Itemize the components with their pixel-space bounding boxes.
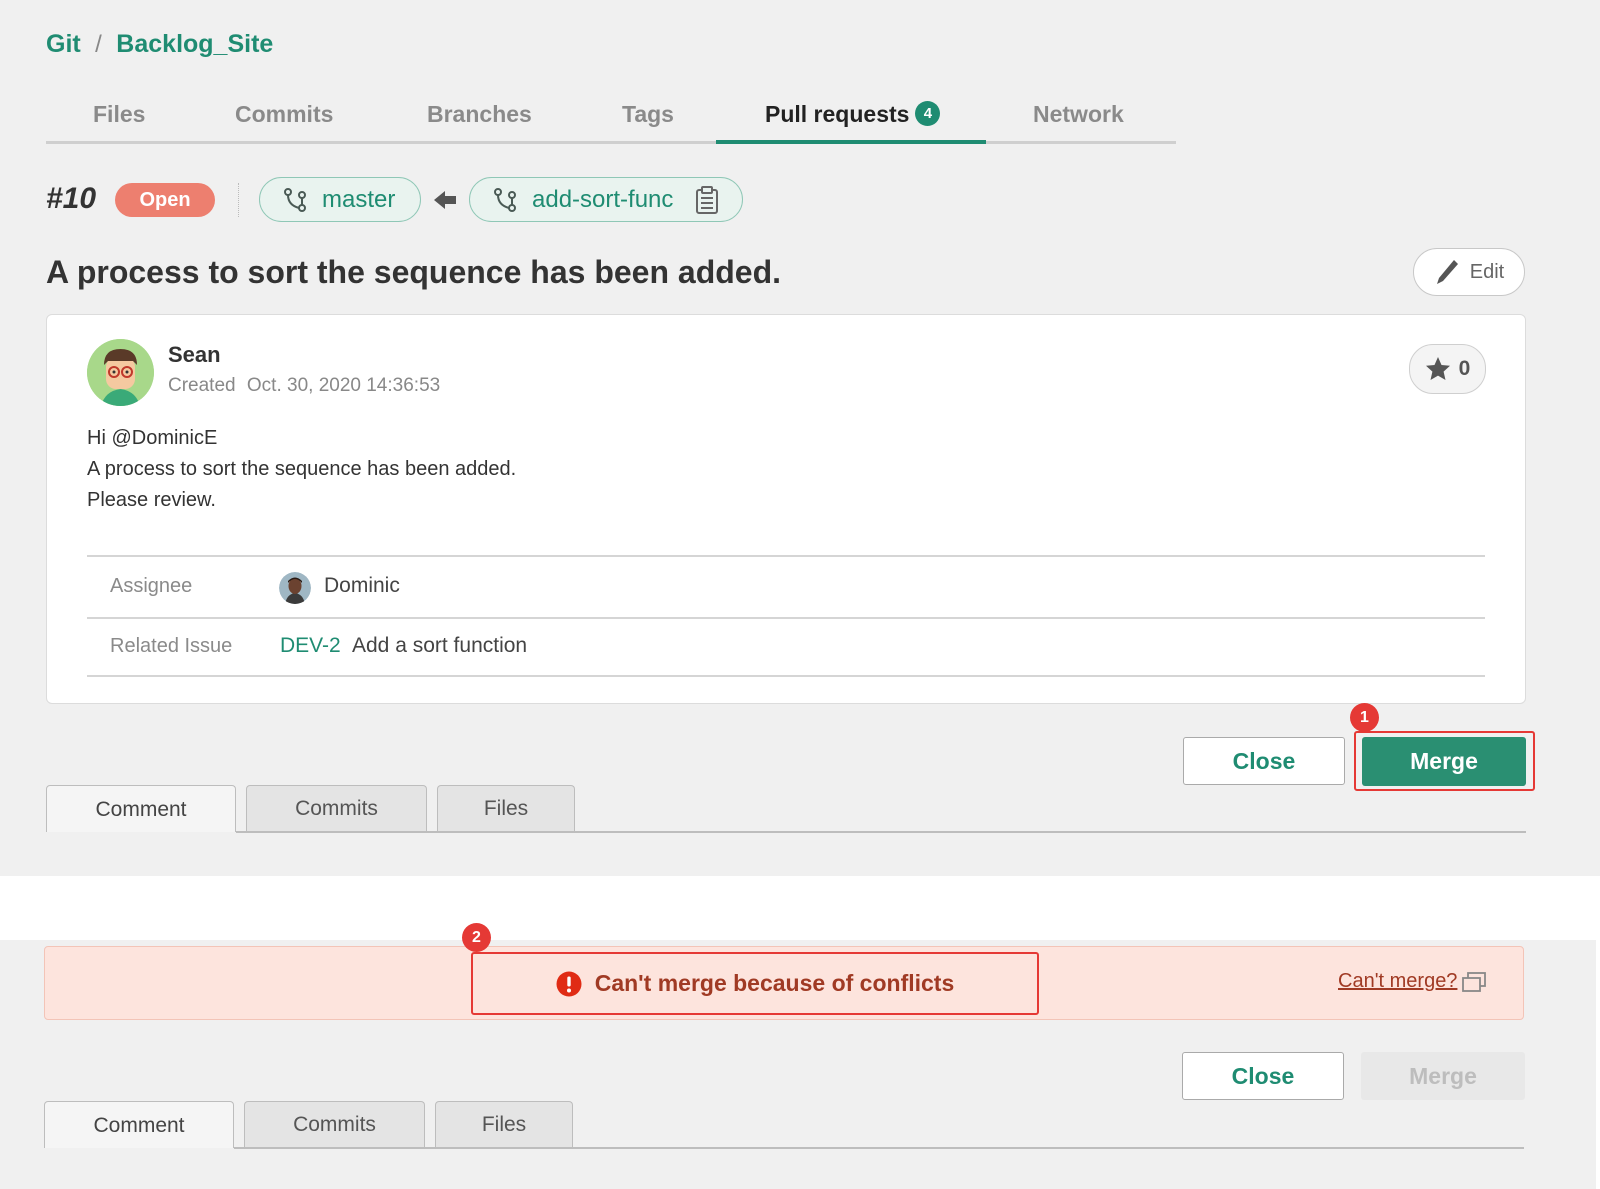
copy-clipboard-icon[interactable] bbox=[695, 185, 733, 214]
star-count: 0 bbox=[1458, 357, 1471, 380]
description-line: Hi @DominicE bbox=[87, 427, 218, 449]
merge-button[interactable]: Merge bbox=[1362, 737, 1526, 786]
tab-commits[interactable]: Commits bbox=[235, 101, 333, 128]
tab-tags[interactable]: Tags bbox=[622, 101, 674, 128]
subtab-files[interactable]: Files bbox=[437, 785, 575, 831]
pull-requests-count-badge: 4 bbox=[915, 101, 941, 126]
pr-description: Hi @DominicE A process to sort the seque… bbox=[87, 423, 516, 516]
step-badge-2: 2 bbox=[462, 923, 491, 952]
related-issue-label: Related Issue bbox=[110, 635, 233, 657]
base-branch-name: master bbox=[322, 185, 396, 213]
subtab-commits[interactable]: Commits bbox=[246, 785, 427, 831]
tab-branches[interactable]: Branches bbox=[427, 101, 532, 128]
base-branch-pill[interactable]: master bbox=[259, 177, 421, 222]
close-button[interactable]: Close bbox=[1183, 737, 1345, 785]
assignee-avatar bbox=[279, 572, 311, 604]
divider bbox=[238, 183, 239, 217]
related-issue-key[interactable]: DEV-2 bbox=[280, 634, 341, 658]
related-issue-title: Add a sort function bbox=[352, 634, 528, 657]
divider bbox=[87, 617, 1485, 619]
breadcrumb-separator: / bbox=[95, 31, 102, 58]
branch-icon bbox=[284, 187, 306, 212]
tab-pull-requests-label: Pull requests bbox=[765, 101, 910, 127]
subtab-comment[interactable]: Comment bbox=[44, 1101, 234, 1148]
pr-detail-card: Sean Created Oct. 30, 2020 14:36:53 0 Hi… bbox=[46, 314, 1526, 704]
author-name: Sean bbox=[168, 342, 221, 367]
subtabs-baseline bbox=[234, 1147, 1524, 1149]
pr-number: #10 bbox=[46, 182, 97, 215]
conflict-highlight-box: Can't merge because of conflicts bbox=[471, 952, 1039, 1015]
compare-branch-name: add-sort-func bbox=[532, 185, 674, 213]
arrow-left-icon bbox=[432, 188, 458, 217]
edit-button-label: Edit bbox=[1469, 260, 1505, 283]
conflict-message: Can't merge because of conflicts bbox=[594, 970, 955, 996]
divider bbox=[87, 555, 1485, 557]
edit-button[interactable]: Edit bbox=[1413, 248, 1525, 296]
tab-files[interactable]: Files bbox=[93, 101, 145, 128]
breadcrumb-git[interactable]: Git bbox=[46, 30, 81, 58]
divider bbox=[87, 675, 1485, 677]
star-button[interactable]: 0 bbox=[1409, 344, 1486, 394]
tabs-underline bbox=[46, 141, 1176, 144]
status-badge: Open bbox=[115, 183, 215, 217]
page-title: A process to sort the sequence has been … bbox=[46, 254, 782, 290]
merge-conflict-panel: Can't merge because of conflicts 2 Can't… bbox=[0, 923, 1596, 1189]
assignee-label: Assignee bbox=[110, 575, 193, 597]
merge-button-disabled[interactable]: Merge bbox=[1361, 1052, 1525, 1100]
star-icon bbox=[1425, 357, 1450, 380]
breadcrumb: Git / Backlog_Site bbox=[46, 30, 273, 59]
pencil-icon bbox=[1436, 260, 1458, 284]
avatar bbox=[87, 339, 154, 406]
breadcrumb-project[interactable]: Backlog_Site bbox=[116, 30, 273, 58]
tab-network[interactable]: Network bbox=[1033, 101, 1124, 128]
subtab-files[interactable]: Files bbox=[435, 1101, 573, 1147]
subtabs-baseline bbox=[236, 831, 1526, 833]
description-line: A process to sort the sequence has been … bbox=[87, 458, 517, 480]
assignee-name: Dominic bbox=[324, 574, 400, 597]
step-badge-1: 1 bbox=[1350, 703, 1379, 732]
compare-branch-pill[interactable]: add-sort-func bbox=[469, 177, 743, 222]
pull-request-panel: Git / Backlog_Site Files Commits Branche… bbox=[0, 0, 1600, 876]
close-button[interactable]: Close bbox=[1182, 1052, 1344, 1100]
created-label: Created bbox=[168, 375, 236, 396]
cant-merge-link[interactable]: Can't merge? bbox=[1338, 970, 1487, 993]
description-line: Please review. bbox=[87, 489, 216, 511]
external-window-icon bbox=[1462, 971, 1487, 992]
created-timestamp: Oct. 30, 2020 14:36:53 bbox=[246, 375, 441, 396]
branch-icon bbox=[494, 187, 516, 212]
active-tab-indicator bbox=[716, 140, 986, 144]
error-icon bbox=[556, 971, 582, 996]
subtab-comment[interactable]: Comment bbox=[46, 785, 236, 832]
created-meta: Created Oct. 30, 2020 14:36:53 bbox=[168, 375, 440, 397]
cant-merge-link-label: Can't merge? bbox=[1338, 970, 1458, 992]
tab-pull-requests[interactable]: Pull requests 4 bbox=[765, 101, 941, 128]
subtab-commits[interactable]: Commits bbox=[244, 1101, 425, 1147]
